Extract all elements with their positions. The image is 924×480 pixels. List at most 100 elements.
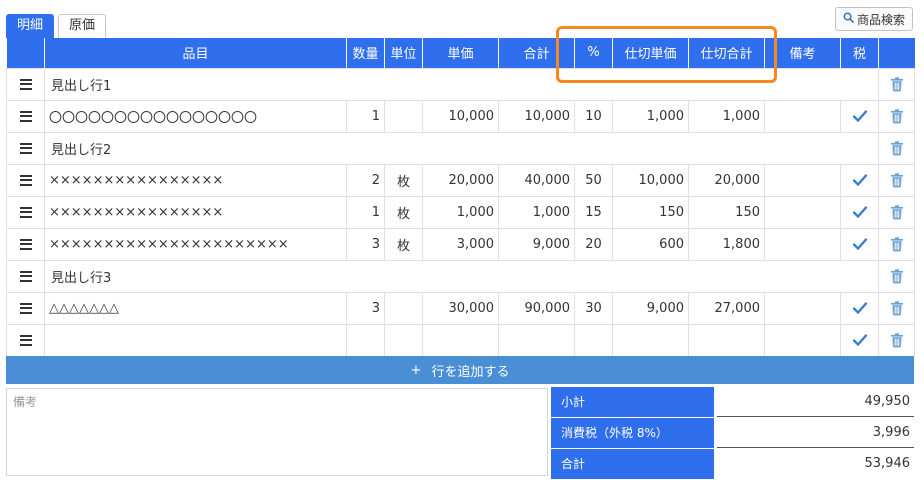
product-search-button[interactable]: 商品検索 (835, 7, 913, 31)
drag-handle[interactable] (6, 99, 45, 133)
item-cell[interactable]: ×××××××××××××××× (44, 163, 347, 197)
add-row-label: 行を追加する (431, 364, 510, 380)
tax-cell[interactable] (840, 291, 879, 325)
drag-handle-icon (19, 302, 32, 314)
percent-cell[interactable]: 30 (574, 291, 613, 325)
table-row: ×××××××××××××××× 1 枚 1,000 1,000 15 150 150 (6, 195, 915, 229)
trash-icon[interactable] (890, 140, 904, 156)
qty-cell[interactable]: 1 (346, 195, 385, 229)
tax-row: 消費税（外税 8%） 3,996 (551, 418, 914, 448)
remarks-cell[interactable] (764, 323, 841, 357)
col-amount: 合計 (498, 38, 575, 68)
qty-cell[interactable] (346, 323, 385, 357)
unit-cell[interactable] (384, 291, 423, 325)
trash-icon[interactable] (890, 332, 904, 348)
drag-handle[interactable] (6, 195, 45, 229)
drag-handle[interactable] (6, 67, 45, 101)
trash-icon[interactable] (890, 268, 904, 284)
item-cell[interactable] (44, 323, 347, 357)
col-item: 品目 (44, 38, 347, 68)
check-icon (852, 238, 867, 250)
tax-cell[interactable] (840, 195, 879, 229)
drag-handle-icon (19, 206, 32, 218)
cost-total-cell: 20,000 (688, 163, 765, 197)
unit-cell[interactable]: 枚 (384, 227, 423, 261)
trash-icon[interactable] (890, 300, 904, 316)
table-row: ×××××××××××××××××××××× 3 枚 3,000 9,000 20 600 1… (6, 227, 915, 261)
percent-cell[interactable] (574, 323, 613, 357)
qty-cell[interactable]: 3 (346, 227, 385, 261)
tax-cell[interactable] (840, 99, 879, 133)
tax-cell[interactable] (840, 323, 879, 357)
remarks-cell[interactable] (764, 163, 841, 197)
percent-cell[interactable]: 15 (574, 195, 613, 229)
col-qty: 数量 (346, 38, 385, 68)
cost-total-cell: 1,800 (688, 227, 765, 261)
price-cell[interactable]: 20,000 (422, 163, 499, 197)
price-cell[interactable]: 3,000 (422, 227, 499, 261)
notes-textarea[interactable] (6, 388, 548, 476)
remarks-cell[interactable] (764, 291, 841, 325)
price-cell[interactable]: 10,000 (422, 99, 499, 133)
drag-handle[interactable] (6, 259, 45, 293)
drag-handle[interactable] (6, 163, 45, 197)
unit-cell[interactable]: 枚 (384, 195, 423, 229)
item-cell[interactable]: ×××××××××××××××× (44, 195, 347, 229)
trash-icon[interactable] (890, 172, 904, 188)
percent-cell[interactable]: 20 (574, 227, 613, 261)
percent-cell[interactable]: 50 (574, 163, 613, 197)
cost-price-cell[interactable]: 9,000 (612, 291, 689, 325)
drag-handle[interactable] (6, 227, 45, 261)
tab-detail[interactable]: 明細 (6, 14, 55, 38)
tab-cost[interactable]: 原価 (58, 14, 107, 38)
drag-handle[interactable] (6, 291, 45, 325)
heading-cell[interactable]: 見出し行1 (44, 67, 879, 101)
tax-label: 消費税（外税 8%） (551, 418, 714, 448)
trash-icon[interactable] (890, 204, 904, 220)
price-cell[interactable]: 30,000 (422, 291, 499, 325)
cost-price-cell[interactable] (612, 323, 689, 357)
add-row-button[interactable]: + 行を追加する (6, 356, 914, 384)
col-percent: % (574, 38, 613, 68)
qty-cell[interactable]: 2 (346, 163, 385, 197)
check-icon (852, 302, 867, 314)
remarks-cell[interactable] (764, 227, 841, 261)
trash-icon[interactable] (890, 76, 904, 92)
qty-cell[interactable]: 3 (346, 291, 385, 325)
unit-cell[interactable]: 枚 (384, 163, 423, 197)
item-cell[interactable]: 〇〇〇〇〇〇〇〇〇〇〇〇〇〇〇〇 (44, 99, 347, 133)
cost-price-cell[interactable]: 1,000 (612, 99, 689, 133)
heading-cell[interactable]: 見出し行2 (44, 131, 879, 165)
subtotal-row: 小計 49,950 (551, 387, 914, 417)
amount-cell (498, 323, 575, 357)
tax-cell[interactable] (840, 227, 879, 261)
item-cell[interactable]: ×××××××××××××××××××××× (44, 227, 347, 261)
cost-price-cell[interactable]: 10,000 (612, 163, 689, 197)
trash-icon[interactable] (890, 236, 904, 252)
qty-cell[interactable]: 1 (346, 99, 385, 133)
delete-cell (878, 131, 915, 165)
price-cell[interactable] (422, 323, 499, 357)
unit-cell[interactable] (384, 323, 423, 357)
drag-handle[interactable] (6, 323, 45, 357)
remarks-cell[interactable] (764, 195, 841, 229)
table-row (6, 323, 915, 357)
total-row: 合計 53,946 (551, 449, 914, 479)
heading-row: 見出し行3 (6, 259, 915, 293)
heading-cell[interactable]: 見出し行3 (44, 259, 879, 293)
search-icon (843, 12, 854, 26)
drag-handle-icon (19, 142, 32, 154)
check-icon (852, 110, 867, 122)
percent-cell[interactable]: 10 (574, 99, 613, 133)
cost-total-cell: 27,000 (688, 291, 765, 325)
price-cell[interactable]: 1,000 (422, 195, 499, 229)
delete-cell (878, 323, 915, 357)
tax-cell[interactable] (840, 163, 879, 197)
cost-price-cell[interactable]: 600 (612, 227, 689, 261)
drag-handle[interactable] (6, 131, 45, 165)
unit-cell[interactable] (384, 99, 423, 133)
cost-price-cell[interactable]: 150 (612, 195, 689, 229)
remarks-cell[interactable] (764, 99, 841, 133)
item-cell[interactable]: △△△△△△△ (44, 291, 347, 325)
trash-icon[interactable] (890, 108, 904, 124)
